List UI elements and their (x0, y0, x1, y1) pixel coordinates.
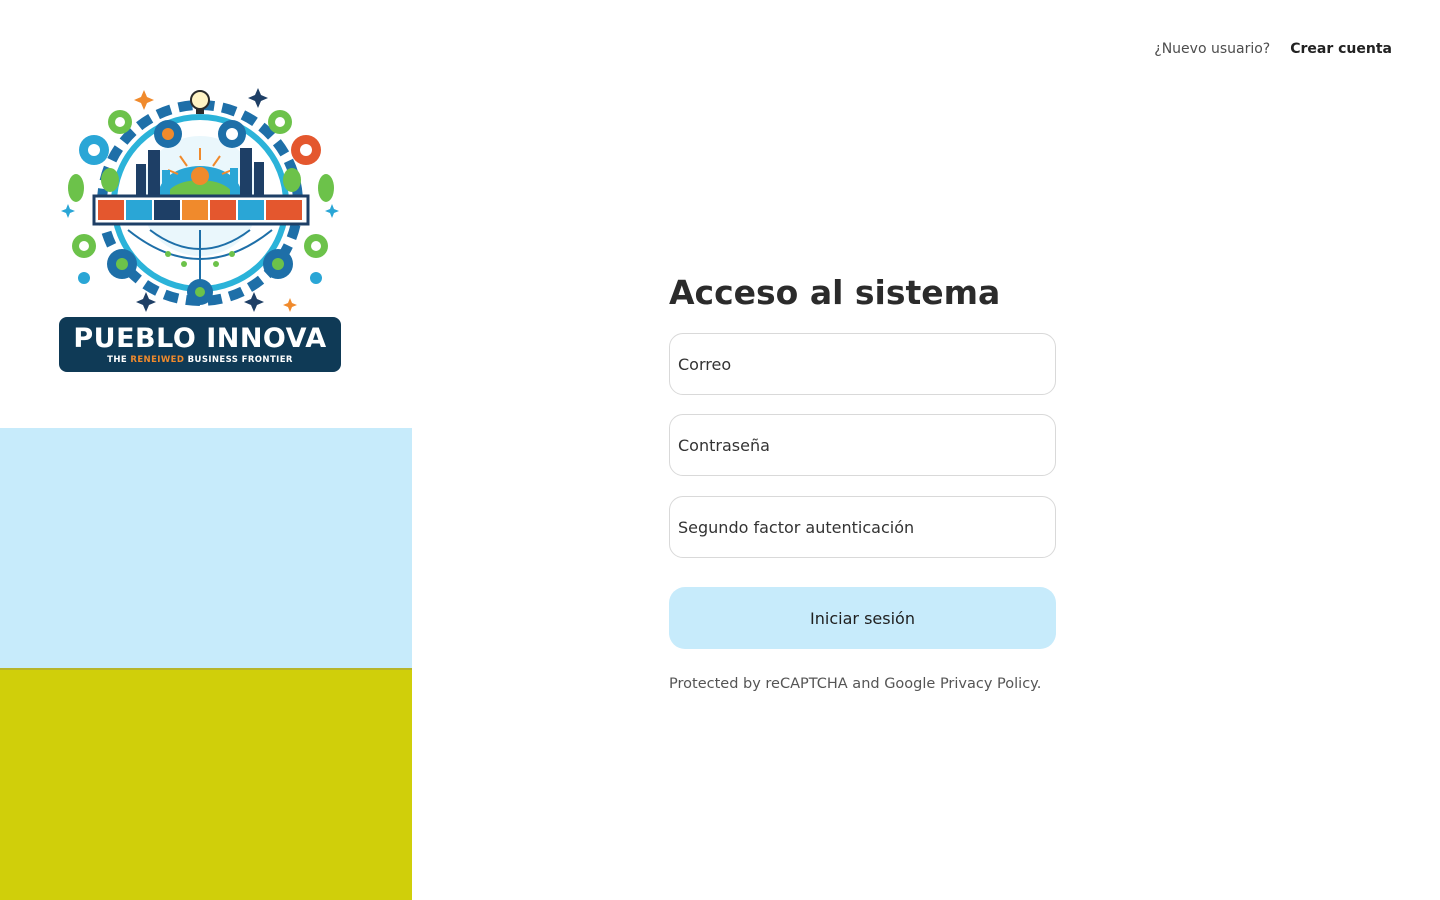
logo-tagline: THE RENEIWED BUSINESS FRONTIER (107, 354, 293, 365)
login-page: PUEBLO INNOVA THE RENEIWED BUSINESS FRON… (0, 0, 1440, 900)
login-button[interactable]: Iniciar sesión (669, 587, 1056, 649)
login-form: Acceso al sistema Iniciar sesión Protect… (669, 272, 1056, 692)
header-links: ¿Nuevo usuario? Crear cuenta (1154, 38, 1392, 60)
create-account-link[interactable]: Crear cuenta (1290, 41, 1392, 57)
second-factor-field[interactable] (669, 496, 1056, 558)
decorative-blue-block (0, 428, 412, 669)
brand-panel: PUEBLO INNOVA THE RENEIWED BUSINESS FRON… (0, 0, 412, 900)
password-field[interactable] (669, 414, 1056, 476)
page-title: Acceso al sistema (669, 273, 1001, 312)
pueblo-innova-logo: PUEBLO INNOVA THE RENEIWED BUSINESS FRON… (58, 78, 344, 374)
email-field[interactable] (669, 333, 1056, 395)
logo-wordmark: PUEBLO INNOVA THE RENEIWED BUSINESS FRON… (59, 317, 341, 372)
decorative-lime-block (0, 670, 412, 900)
new-user-question: ¿Nuevo usuario? (1154, 41, 1271, 57)
recaptcha-notice: Protected by reCAPTCHA and Google Privac… (669, 676, 1042, 692)
logo-name: PUEBLO INNOVA (73, 322, 327, 354)
